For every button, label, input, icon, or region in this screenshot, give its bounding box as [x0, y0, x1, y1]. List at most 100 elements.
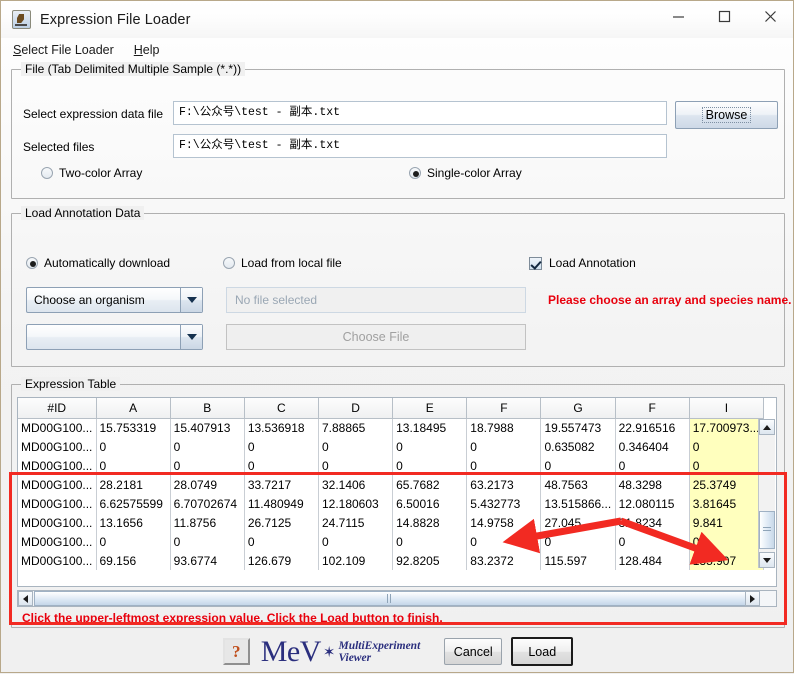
cancel-button[interactable]: Cancel: [444, 638, 503, 665]
table-cell[interactable]: 19.557473: [540, 418, 616, 437]
column-header-f-8[interactable]: F: [615, 398, 690, 419]
table-cell[interactable]: 11.8756: [170, 513, 245, 532]
table-cell[interactable]: 48.7563: [540, 475, 616, 494]
table-cell[interactable]: 13.536918: [244, 418, 319, 437]
array-select[interactable]: [26, 324, 203, 350]
table-cell[interactable]: 13.18495: [392, 418, 468, 437]
table-row[interactable]: MD00G100... 69.156 93.6774 126.679 102.109 92…: [18, 551, 765, 570]
table-cell[interactable]: 6.62575599: [96, 494, 171, 513]
maximize-icon[interactable]: [701, 1, 747, 31]
table-cell[interactable]: 12.080115: [615, 494, 690, 513]
two-color-array-radio[interactable]: Two-color Array: [41, 166, 142, 180]
help-question-icon[interactable]: ?: [222, 638, 250, 665]
table-cell[interactable]: 83.2372: [466, 551, 542, 570]
table-cell[interactable]: 27.045: [540, 513, 616, 532]
table-cell[interactable]: 0: [244, 456, 319, 475]
table-cell[interactable]: 9.841: [689, 513, 765, 532]
row-id-cell[interactable]: MD00G100...: [18, 532, 97, 551]
table-cell[interactable]: 11.480949: [244, 494, 319, 513]
load-button[interactable]: Load: [511, 637, 574, 666]
table-cell[interactable]: 31.8234: [615, 513, 690, 532]
single-color-array-radio[interactable]: Single-color Array: [409, 166, 522, 180]
table-cell[interactable]: 115.597: [540, 551, 616, 570]
organism-select[interactable]: Choose an organism: [26, 287, 203, 313]
table-cell[interactable]: 0: [96, 456, 171, 475]
table-cell[interactable]: 7.88865: [318, 418, 394, 437]
column-header-f-6[interactable]: F: [466, 398, 542, 419]
table-cell[interactable]: 15.407913: [170, 418, 245, 437]
column-header-d-4[interactable]: D: [318, 398, 394, 419]
table-cell[interactable]: 92.8205: [392, 551, 468, 570]
table-cell[interactable]: 0: [392, 456, 468, 475]
table-cell[interactable]: 14.8828: [392, 513, 468, 532]
horizontal-scroll-thumb[interactable]: [34, 591, 746, 606]
table-cell[interactable]: 6.70702674: [170, 494, 245, 513]
column-header-c-3[interactable]: C: [244, 398, 319, 419]
table-cell[interactable]: 0: [96, 437, 171, 456]
table-cell[interactable]: 126.679: [244, 551, 319, 570]
table-cell[interactable]: 135.907: [689, 551, 765, 570]
table-cell[interactable]: 0: [244, 437, 319, 456]
table-cell[interactable]: 32.1406: [318, 475, 394, 494]
column-header-i-9[interactable]: I: [689, 398, 765, 419]
scroll-up-icon[interactable]: [759, 419, 775, 435]
load-annotation-checkbox[interactable]: Load Annotation: [529, 256, 636, 270]
table-cell[interactable]: 26.7125: [244, 513, 319, 532]
table-cell[interactable]: 0: [540, 532, 616, 551]
table-cell[interactable]: 13.515866...: [540, 494, 616, 513]
table-cell[interactable]: 0: [170, 437, 245, 456]
table-cell[interactable]: 0: [615, 456, 690, 475]
table-cell[interactable]: 65.7682: [392, 475, 468, 494]
table-cell[interactable]: 0: [170, 456, 245, 475]
table-cell[interactable]: 0: [318, 437, 394, 456]
table-cell[interactable]: 0: [170, 532, 245, 551]
close-icon[interactable]: [747, 1, 793, 31]
table-cell[interactable]: 0: [244, 532, 319, 551]
table-cell[interactable]: 0: [689, 456, 765, 475]
row-id-cell[interactable]: MD00G100...: [18, 418, 97, 437]
minimize-icon[interactable]: [655, 1, 701, 31]
table-cell[interactable]: 28.0749: [170, 475, 245, 494]
table-cell[interactable]: 28.2181: [96, 475, 171, 494]
table-cell[interactable]: 17.700973...: [689, 418, 765, 437]
table-cell[interactable]: 0: [689, 532, 765, 551]
table-row[interactable]: MD00G100... 0 0 0 0 0 0 0 0 0: [18, 532, 765, 551]
table-cell[interactable]: 12.180603: [318, 494, 394, 513]
row-id-cell[interactable]: MD00G100...: [18, 513, 97, 532]
expression-file-input[interactable]: F:\公众号\test - 副本.txt: [173, 101, 667, 125]
table-cell[interactable]: 0: [615, 532, 690, 551]
table-cell[interactable]: 0.346404: [615, 437, 690, 456]
table-cell[interactable]: 24.7115: [318, 513, 394, 532]
table-cell[interactable]: 69.156: [96, 551, 171, 570]
table-cell[interactable]: 128.484: [615, 551, 690, 570]
automatically-download-radio[interactable]: Automatically download: [26, 256, 170, 270]
table-row[interactable]: MD00G100... 13.1656 11.8756 26.7125 24.7115 1…: [18, 513, 765, 532]
table-cell[interactable]: 22.916516: [615, 418, 690, 437]
browse-button[interactable]: Browse: [675, 101, 778, 129]
table-cell[interactable]: 0: [466, 456, 542, 475]
column-header-id[interactable]: #ID: [18, 398, 97, 419]
row-id-cell[interactable]: MD00G100...: [18, 475, 97, 494]
vertical-scrollbar[interactable]: [758, 419, 775, 568]
table-cell[interactable]: 33.7217: [244, 475, 319, 494]
table-cell[interactable]: 6.50016: [392, 494, 468, 513]
column-header-a-1[interactable]: A: [96, 398, 171, 419]
menu-select-file-loader[interactable]: Select File Loader: [13, 43, 114, 57]
table-cell[interactable]: 15.753319: [96, 418, 171, 437]
column-header-b-2[interactable]: B: [170, 398, 245, 419]
horizontal-scrollbar[interactable]: [17, 590, 777, 607]
row-id-cell[interactable]: MD00G100...: [18, 437, 97, 456]
table-cell[interactable]: 0: [96, 532, 171, 551]
scroll-down-icon[interactable]: [759, 552, 775, 568]
row-id-cell[interactable]: MD00G100...: [18, 551, 97, 570]
table-cell[interactable]: 0: [318, 456, 394, 475]
table-cell[interactable]: 0: [466, 532, 542, 551]
table-row[interactable]: MD00G100... 0 0 0 0 0 0 0 0 0: [18, 456, 765, 475]
table-cell[interactable]: 0: [392, 437, 468, 456]
table-cell[interactable]: 63.2173: [466, 475, 542, 494]
table-cell[interactable]: 0: [466, 437, 542, 456]
table-cell[interactable]: 0: [540, 456, 616, 475]
table-cell[interactable]: 3.81645: [689, 494, 765, 513]
selected-files-input[interactable]: F:\公众号\test - 副本.txt: [173, 134, 667, 158]
table-row[interactable]: MD00G100... 15.753319 15.407913 13.536918 7.…: [18, 418, 765, 437]
